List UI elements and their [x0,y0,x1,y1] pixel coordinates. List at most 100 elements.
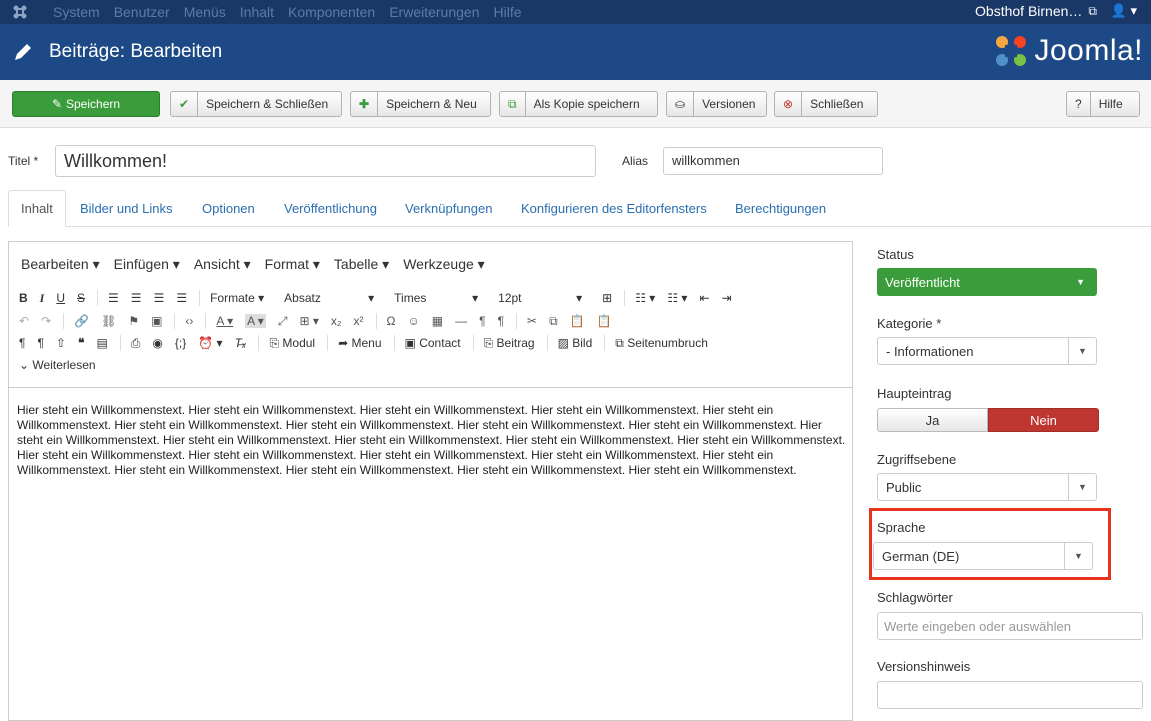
menu-content[interactable]: Inhalt [240,4,274,20]
paste-icon[interactable]: 📋 [570,314,585,328]
tab-editor-config[interactable]: Konfigurieren des Editorfensters [509,190,719,227]
module-button[interactable]: ⎘ Modul [269,336,315,351]
unlink-icon[interactable]: ⛓ [101,314,116,328]
menu-users[interactable]: Benutzer [114,4,170,20]
bold-icon[interactable]: B [19,291,28,305]
undo-icon[interactable]: ↶ [19,314,29,328]
indent-icon[interactable]: ⇥ [722,291,732,305]
align-justify-icon[interactable]: ☰ [176,291,187,305]
pagebreak-label: Seitenumbruch [627,335,708,350]
save-new-button[interactable]: ✚ Speichern & Neu [350,91,491,117]
tab-associations[interactable]: Verknüpfungen [393,190,504,227]
find-replace-icon[interactable]: ⊞ [602,291,612,305]
editor-content[interactable]: Hier steht ein Willkommenstext. Hier ste… [17,403,847,478]
alias-input[interactable]: willkommen [663,147,883,175]
code-icon[interactable]: ‹› [185,314,193,328]
contact-button[interactable]: ▣ Contact [405,336,461,350]
visualblocks-icon[interactable]: ¶ [37,336,43,350]
menu-button[interactable]: ➦ Menu [338,336,381,350]
user-menu-icon[interactable]: 👤 ▾ [1111,3,1137,19]
redo-icon[interactable]: ↷ [41,314,51,328]
menu-help[interactable]: Hilfe [493,4,521,20]
font-family-dropdown[interactable]: Times ▾ [394,291,478,305]
tab-publishing[interactable]: Veröffentlichung [272,190,389,227]
readmore-button[interactable]: ⌄ Weiterlesen [19,358,96,372]
menu-components[interactable]: Komponenten [288,4,375,20]
table-icon[interactable]: ⊞ ▾ [299,314,318,328]
category-select[interactable]: - Informationen ▼ [877,337,1097,365]
formats-dropdown[interactable]: Formate ▾ [210,291,264,305]
link-icon[interactable]: 🔗 [74,314,89,328]
background-color-icon[interactable]: A ▾ [245,314,266,328]
superscript-icon[interactable]: x² [354,314,364,328]
fullscreen-icon[interactable]: ⤢ [278,314,288,329]
featured-yes-button[interactable]: Ja [877,408,988,432]
menu-extensions[interactable]: Erweiterungen [389,4,479,20]
anchor-icon[interactable]: ⚑ [128,314,139,328]
tags-input[interactable]: Werte eingeben oder auswählen [877,612,1143,640]
subscript-icon[interactable]: x₂ [331,314,342,328]
editor-menu-view[interactable]: Ansicht ▾ [194,256,251,273]
close-button[interactable]: ⊗ Schließen [774,91,878,117]
strikethrough-icon[interactable]: S [77,291,85,305]
paste-text-icon[interactable]: 📋 [597,314,612,328]
code-sample-icon[interactable]: {;} [175,336,186,350]
clear-format-icon[interactable]: T̶ₓ [235,336,247,350]
image-icon[interactable]: ▣ [151,314,162,328]
special-char-icon[interactable]: Ω [387,314,396,328]
tab-options[interactable]: Optionen [190,190,267,227]
joomla-logo-icon[interactable] [12,4,28,20]
status-select[interactable]: Veröffentlicht ▼ [877,268,1097,296]
print-icon[interactable]: ⎙ [131,336,141,351]
blockquote-icon[interactable]: ❝ [78,336,84,350]
article-button[interactable]: ⎘ Beitrag [484,336,535,351]
site-link[interactable]: Obsthof Birnen… ⧉ [975,3,1097,19]
save-copy-button[interactable]: ⧉ Als Kopie speichern [499,91,658,117]
version-note-input[interactable] [877,681,1143,709]
bullet-list-icon[interactable]: ☷ ▾ [635,291,655,305]
menu-menus[interactable]: Menüs [184,4,226,20]
media-icon[interactable]: ▦ [432,314,443,328]
align-center-icon[interactable]: ☰ [131,291,142,305]
copy-icon[interactable]: ⧉ [549,314,558,329]
upload-icon[interactable]: ⇧ [56,336,66,350]
language-select[interactable]: German (DE) ▼ [873,542,1093,570]
save-button[interactable]: ✎ Speichern [12,91,160,117]
font-size-dropdown[interactable]: 12pt ▾ [498,291,582,305]
underline-icon[interactable]: U [56,291,65,305]
emoticons-icon[interactable]: ☺ [408,314,420,328]
rtl-icon[interactable]: ¶ [498,314,504,328]
numbered-list-icon[interactable]: ☷ ▾ [667,291,687,305]
align-right-icon[interactable]: ☰ [154,291,165,305]
cut-icon[interactable]: ✂ [527,314,537,328]
pagebreak-button[interactable]: ⧉ Seitenumbruch [615,336,708,351]
horizontal-rule-icon[interactable]: — [455,314,467,328]
tab-permissions[interactable]: Berechtigungen [723,190,838,227]
align-left-icon[interactable]: ☰ [108,291,119,305]
preview-icon[interactable]: ◉ [152,336,162,350]
ltr-icon[interactable]: ¶ [479,314,485,328]
editor-menu-insert[interactable]: Einfügen ▾ [114,256,180,273]
editor-menu-edit[interactable]: Bearbeiten ▾ [21,256,100,273]
tab-content[interactable]: Inhalt [8,190,66,227]
block-format-dropdown[interactable]: Absatz ▾ [284,291,374,305]
save-close-button[interactable]: ✔ Speichern & Schließen [170,91,342,117]
featured-no-button[interactable]: Nein [988,408,1099,432]
title-input[interactable]: Willkommen! [55,145,596,177]
menu-system[interactable]: System [53,4,100,20]
editor-menu-table[interactable]: Tabelle ▾ [334,256,389,273]
help-button[interactable]: ? Hilfe [1066,91,1140,117]
visualchars-icon[interactable]: ¶ [19,336,25,350]
tab-images-links[interactable]: Bilder und Links [68,190,185,227]
editor-menu-format[interactable]: Format ▾ [265,256,320,273]
text-color-icon[interactable]: A ▾ [216,314,233,328]
italic-icon[interactable]: I [40,291,45,306]
editor-menu-tools[interactable]: Werkzeuge ▾ [403,256,484,273]
access-select[interactable]: Public ▼ [877,473,1097,501]
template-icon[interactable]: ▤ [96,336,107,350]
datetime-icon[interactable]: ⏰ ▾ [198,336,222,350]
image-button[interactable]: ▨ Bild [558,336,593,350]
outdent-icon[interactable]: ⇤ [699,291,709,305]
toolbar-divider [9,387,852,388]
versions-button[interactable]: ⛀ Versionen [666,91,767,117]
